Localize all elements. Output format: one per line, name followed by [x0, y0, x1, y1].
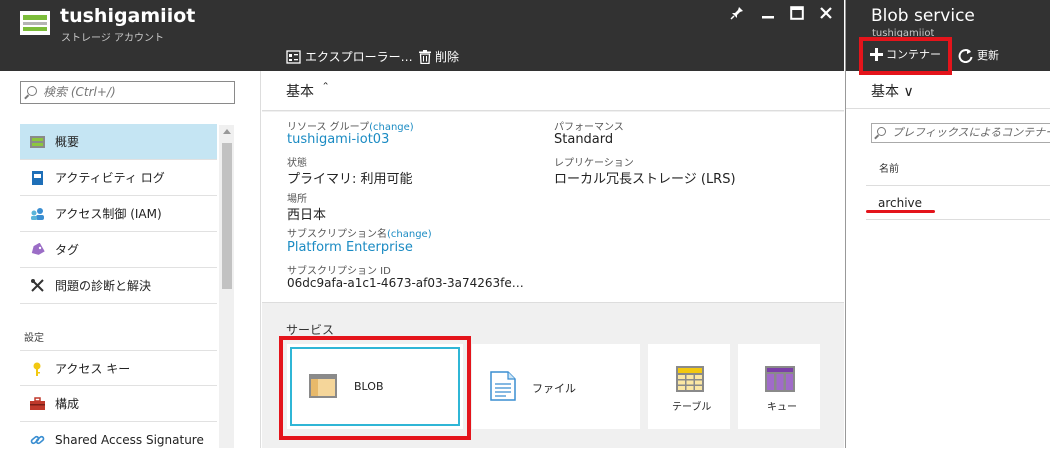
table-tile[interactable]: テーブル [648, 344, 730, 429]
minimize-icon[interactable] [757, 4, 779, 24]
activity-log-icon [32, 171, 43, 185]
menu-item-tags[interactable]: タグ [20, 232, 217, 268]
pin-icon[interactable] [726, 6, 748, 24]
subscription-id-value: 06dc9afa-a1c1-4673-af03-3a74263fe… [287, 276, 524, 290]
blob-essentials-toggle[interactable]: 基本 ∨ [846, 71, 1050, 109]
refresh-icon [958, 48, 973, 63]
annotation-box-blob-tile [279, 336, 471, 440]
left-menu: 検索 (Ctrl+/) 概要 アクティビティ ログ アクセス制御 (IAM) タ… [0, 71, 261, 448]
essentials-panel: リソース グループ(change) tushigami-iot03 状態 プライ… [262, 112, 844, 303]
search-icon [27, 86, 37, 96]
tag-icon [31, 243, 45, 255]
annotation-underline-archive [866, 210, 935, 213]
table-tile-label: テーブル [672, 402, 712, 413]
essentials-toggle[interactable]: 基本 ＾ [262, 71, 844, 111]
subscription-name-value[interactable]: Platform Enterprise [287, 240, 413, 255]
menu-item-overview[interactable]: 概要 [20, 124, 217, 160]
refresh-button[interactable]: 更新 [958, 47, 999, 63]
close-icon[interactable] [815, 6, 837, 24]
table-icon [676, 366, 704, 392]
status-value: プライマリ: 利用可能 [287, 172, 413, 187]
key-icon [33, 362, 41, 376]
resource-group-label: リソース グループ(change) [287, 122, 414, 133]
queue-tile[interactable]: キュー [738, 344, 820, 429]
menu-item-label: アクセス キー [55, 361, 131, 376]
toolbox-icon [30, 397, 45, 410]
scrollbar-thumb[interactable] [222, 143, 232, 289]
container-name: archive [878, 196, 923, 210]
replication-label: レプリケーション [554, 158, 634, 169]
blob-service-subtitle: tushigamiiot [872, 28, 935, 37]
file-tile-label: ファイル [532, 382, 576, 395]
container-search-input[interactable]: プレフィックスによるコンテナーの検索 [871, 123, 1050, 143]
subscription-change-link[interactable]: (change) [387, 229, 432, 240]
file-tile[interactable]: ファイル [472, 344, 640, 429]
delete-button[interactable]: 削除 [419, 48, 459, 65]
menu-item-access-keys[interactable]: アクセス キー [20, 350, 217, 386]
menu-search-input[interactable]: 検索 (Ctrl+/) [20, 81, 235, 104]
essentials-label: 基本 ＾ [286, 84, 333, 100]
location-label: 場所 [287, 194, 307, 205]
explorer-icon [286, 49, 301, 64]
column-header-name: 名前 [879, 164, 899, 175]
search-icon [877, 127, 886, 136]
menu-search-placeholder: 検索 (Ctrl+/) [43, 85, 116, 99]
menu-scrollbar[interactable] [219, 125, 234, 448]
blob-essentials-label: 基本 ∨ [871, 84, 914, 100]
menu-item-diagnose[interactable]: 問題の診断と解決 [20, 268, 217, 304]
refresh-label: 更新 [977, 49, 999, 62]
maximize-icon[interactable] [786, 6, 808, 24]
subscription-name-label: サブスクリプション名(change) [287, 229, 432, 240]
account-title: tushigamiiot [60, 5, 196, 27]
menu-item-label: タグ [55, 243, 80, 257]
menu-item-iam[interactable]: アクセス制御 (IAM) [20, 196, 217, 232]
blade-header: tushigamiiot ストレージ アカウント エクスプローラー… 削除 [0, 0, 844, 71]
container-row[interactable]: archive [866, 185, 1050, 220]
explorer-label: エクスプローラー… [305, 50, 413, 64]
menu-item-label: 問題の診断と解決 [55, 279, 152, 293]
menu-item-label: アクセス制御 (IAM) [55, 207, 162, 221]
resource-group-value[interactable]: tushigami-iot03 [287, 132, 389, 147]
menu-item-sas[interactable]: Shared Access Signature [20, 422, 217, 458]
menu-item-activity-log[interactable]: アクティビティ ログ [20, 160, 217, 196]
subscription-id-label: サブスクリプション ID [287, 266, 391, 277]
link-icon [30, 435, 45, 445]
delete-label: 削除 [435, 50, 460, 64]
storage-account-icon [20, 11, 50, 35]
container-search-placeholder: プレフィックスによるコンテナーの検索 [892, 126, 1050, 139]
account-subtitle: ストレージ アカウント [61, 33, 164, 44]
performance-label: パフォーマンス [554, 122, 624, 133]
replication-value: ローカル冗長ストレージ (LRS) [554, 172, 736, 187]
performance-value: Standard [554, 132, 614, 147]
trash-icon [419, 49, 431, 64]
blob-service-title: Blob service [871, 6, 975, 26]
iam-icon [31, 208, 44, 220]
wrench-icon [31, 279, 44, 292]
status-label: 状態 [287, 158, 307, 169]
file-icon [490, 371, 516, 401]
menu-item-label: アクティビティ ログ [55, 171, 165, 185]
menu-item-configuration[interactable]: 構成 [20, 386, 217, 422]
overview-icon [30, 136, 45, 148]
menu-item-label: 構成 [55, 397, 80, 411]
queue-icon [765, 366, 795, 392]
menu-item-label: 概要 [55, 135, 80, 149]
menu-item-label: Shared Access Signature [55, 433, 204, 447]
settings-section-header: 設定 [24, 333, 44, 344]
location-value: 西日本 [287, 208, 327, 223]
explorer-button[interactable]: エクスプローラー… [286, 48, 413, 65]
annotation-box-add-container [859, 37, 952, 75]
queue-tile-label: キュー [767, 402, 797, 413]
